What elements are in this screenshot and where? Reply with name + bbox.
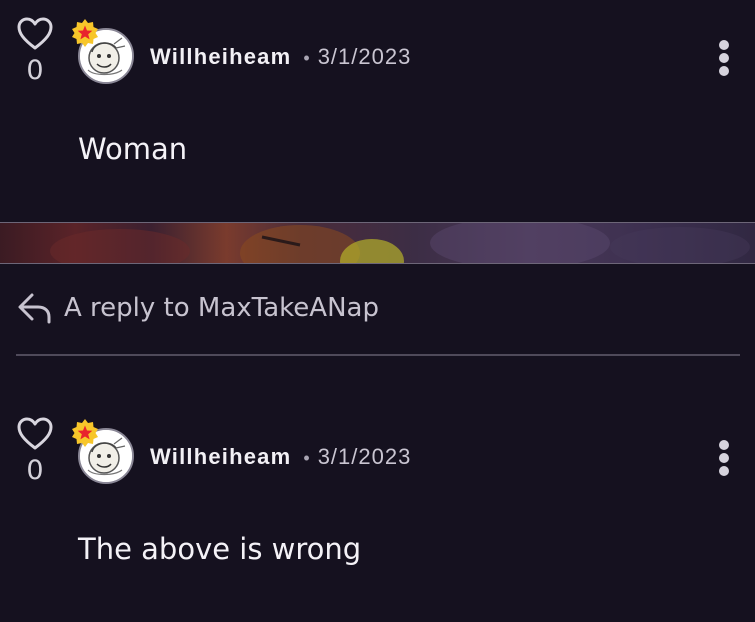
like-count: 0 bbox=[26, 455, 44, 486]
more-vertical-icon[interactable] bbox=[714, 440, 734, 480]
comment-card: 0 Willheiheam • 3/1/2023 Woman bbox=[0, 0, 755, 222]
star-badge-icon bbox=[72, 19, 98, 47]
username[interactable]: Willheiheam bbox=[150, 44, 291, 69]
reply-arrow-icon bbox=[18, 293, 51, 324]
comment-date: 3/1/2023 bbox=[317, 444, 412, 469]
banner-art bbox=[50, 223, 750, 263]
meta-separator: • bbox=[303, 448, 310, 468]
comment-meta: Willheiheam • 3/1/2023 bbox=[150, 444, 411, 471]
more-vertical-icon[interactable] bbox=[714, 40, 734, 80]
comment-text: The above is wrong bbox=[78, 532, 362, 566]
reply-context[interactable]: A reply to MaxTakeANap bbox=[16, 286, 379, 330]
divider bbox=[16, 354, 740, 356]
reply-label[interactable]: A reply to MaxTakeANap bbox=[64, 293, 379, 323]
like-control[interactable]: 0 bbox=[16, 17, 54, 84]
heart-icon[interactable] bbox=[16, 17, 54, 51]
meta-separator: • bbox=[303, 48, 310, 68]
comment-date: 3/1/2023 bbox=[317, 44, 412, 69]
decorative-banner bbox=[0, 222, 755, 264]
avatar-group[interactable] bbox=[70, 18, 138, 90]
like-count: 0 bbox=[26, 55, 44, 86]
comment-text: Woman bbox=[78, 132, 188, 166]
comment-meta: Willheiheam • 3/1/2023 bbox=[150, 44, 411, 71]
username[interactable]: Willheiheam bbox=[150, 444, 291, 469]
like-control[interactable]: 0 bbox=[16, 417, 54, 484]
heart-icon[interactable] bbox=[16, 417, 54, 451]
star-badge-icon bbox=[72, 419, 98, 447]
comment-card: 0 Willheiheam • 3/1/2023 The above is wron… bbox=[0, 400, 755, 622]
avatar-group[interactable] bbox=[70, 418, 138, 490]
